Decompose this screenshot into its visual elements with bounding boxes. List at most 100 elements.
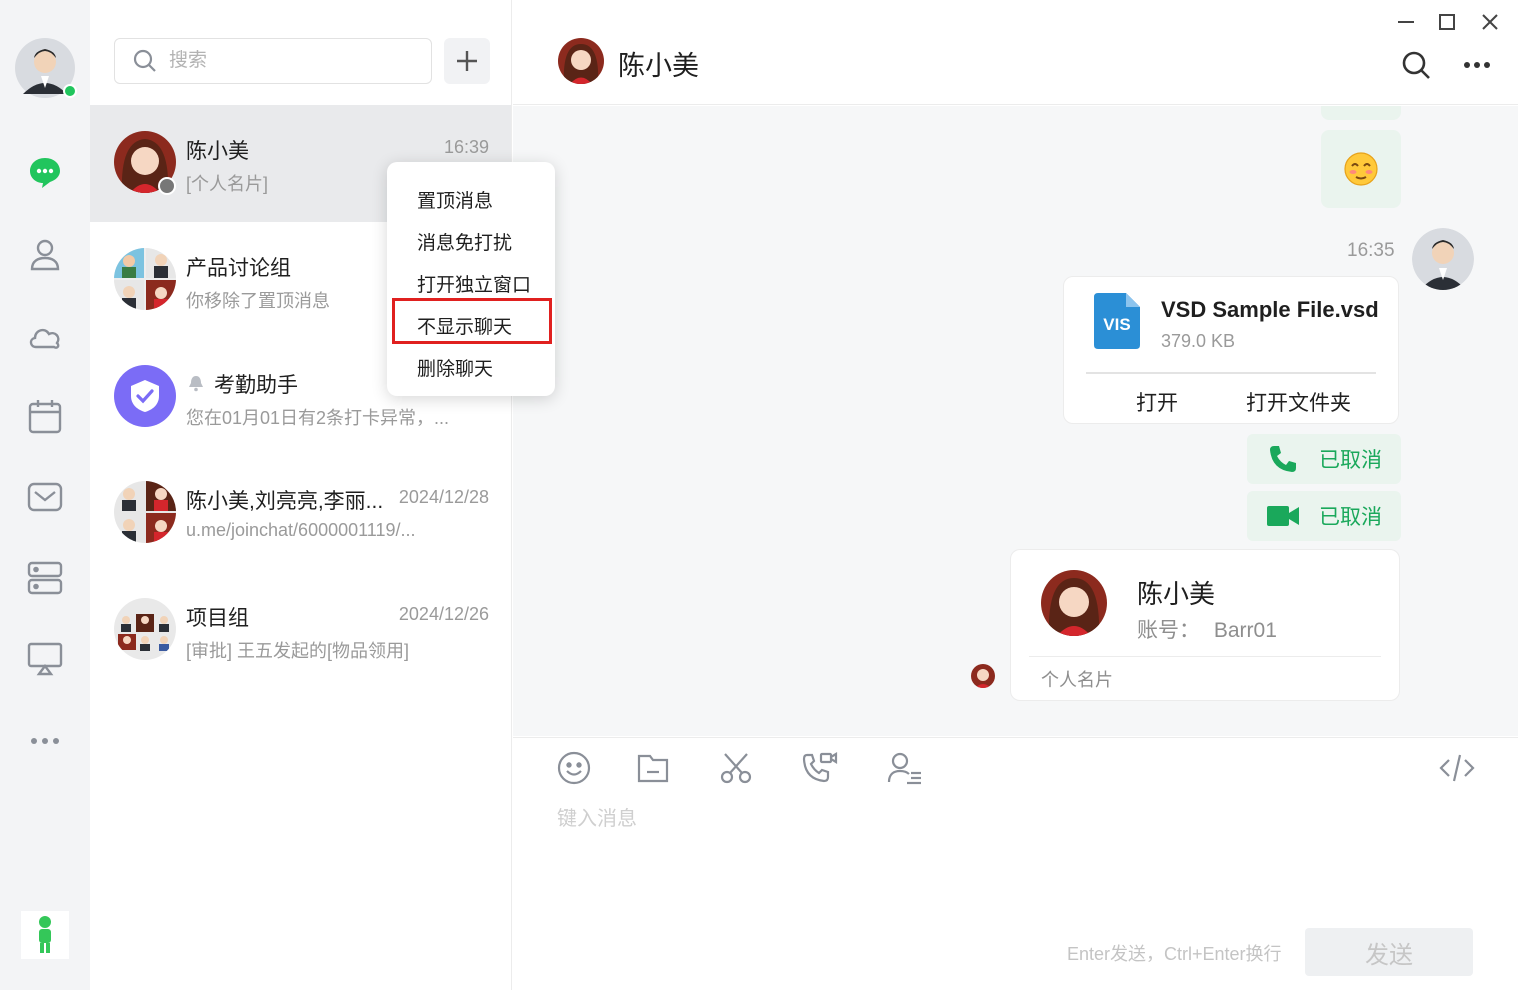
file-badge: VIS bbox=[1103, 315, 1131, 334]
screen-share-icon bbox=[27, 642, 63, 676]
calendar-icon bbox=[28, 400, 62, 434]
conversation-time: 16:39 bbox=[443, 137, 489, 157]
contact-card-message[interactable]: 陈小美 账号： Barr01 个人名片 bbox=[1010, 549, 1400, 701]
file-card-divider bbox=[1086, 372, 1376, 374]
robot-logo[interactable] bbox=[21, 911, 69, 959]
chat-icon bbox=[30, 158, 60, 188]
video-call-message[interactable]: 已取消 bbox=[1247, 491, 1401, 541]
search-box[interactable] bbox=[114, 38, 432, 84]
status-dot bbox=[158, 177, 176, 195]
contact-card-name: 陈小美 bbox=[1137, 579, 1216, 609]
maximize-button[interactable] bbox=[1430, 8, 1464, 36]
maximize-icon bbox=[1439, 14, 1455, 30]
search-input[interactable] bbox=[169, 50, 409, 72]
phone-icon bbox=[1270, 446, 1296, 472]
message-area: 16:35 VIS VSD Sample File.vsd 379.0 KB 打… bbox=[513, 106, 1518, 736]
menu-item-open-window[interactable]: 打开独立窗口 bbox=[417, 270, 531, 297]
open-folder-button[interactable]: 打开文件夹 bbox=[1246, 387, 1351, 417]
plus-icon bbox=[457, 51, 477, 71]
conversation-name: 陈小美 bbox=[186, 140, 249, 163]
code-button[interactable] bbox=[1437, 748, 1477, 788]
nav-calendar[interactable] bbox=[0, 390, 90, 442]
group-avatar bbox=[114, 481, 176, 543]
contact-card-account: 账号： Barr01 bbox=[1137, 614, 1277, 644]
file-size: 379.0 KB bbox=[1161, 331, 1236, 351]
chat-search-button[interactable] bbox=[1401, 50, 1433, 82]
search-icon bbox=[1402, 51, 1430, 79]
highlight-box bbox=[392, 298, 552, 344]
contact-card-avatar bbox=[1041, 570, 1107, 636]
conversation-preview: [审批] 王五发起的[物品领用] bbox=[186, 641, 410, 661]
left-rail bbox=[0, 0, 90, 990]
conversation-time: 2024/12/26 bbox=[398, 604, 489, 624]
send-button[interactable]: 发送 bbox=[1305, 928, 1473, 976]
voice-call-status: 已取消 bbox=[1319, 449, 1382, 472]
composer: Enter发送，Ctrl+Enter换行 发送 bbox=[513, 737, 1518, 990]
contact-card-footer: 个人名片 bbox=[1041, 670, 1113, 690]
conversation-item[interactable]: 陈小美,刘亮亮,李丽... 2024/12/28 u.me/joinchat/6… bbox=[90, 455, 511, 572]
emoji-button[interactable] bbox=[554, 748, 594, 788]
file-button[interactable] bbox=[633, 748, 673, 788]
conversation-name: 产品讨论组 bbox=[186, 257, 291, 280]
menu-item-pin[interactable]: 置顶消息 bbox=[417, 186, 493, 213]
search-icon bbox=[133, 49, 156, 72]
contact-card-divider bbox=[1029, 656, 1381, 657]
conversation-preview: 你移除了置顶消息 bbox=[186, 291, 330, 311]
video-camera-icon bbox=[1267, 506, 1299, 526]
context-menu: 置顶消息 消息免打扰 打开独立窗口 不显示聊天 删除聊天 bbox=[387, 162, 555, 396]
call-button[interactable] bbox=[800, 748, 840, 788]
code-icon bbox=[1439, 754, 1475, 782]
emoji-icon bbox=[1344, 152, 1378, 186]
message-time: 16:35 bbox=[1347, 240, 1395, 261]
file-message-card[interactable]: VIS VSD Sample File.vsd 379.0 KB 打开 打开文件… bbox=[1063, 276, 1399, 424]
account-value: Barr01 bbox=[1213, 619, 1277, 642]
video-call-status: 已取消 bbox=[1319, 506, 1382, 529]
send-hint: Enter发送，Ctrl+Enter换行 bbox=[1067, 944, 1282, 964]
conversation-preview: u.me/joinchat/6000001119/... bbox=[186, 520, 416, 540]
more-icon bbox=[31, 738, 59, 744]
cloud-icon bbox=[29, 328, 60, 349]
nav-contacts[interactable] bbox=[0, 228, 90, 280]
add-button[interactable] bbox=[444, 38, 490, 84]
nav-screen-share[interactable] bbox=[0, 633, 90, 685]
shield-check-icon bbox=[131, 380, 159, 412]
nav-server[interactable] bbox=[0, 552, 90, 604]
nav-mail[interactable] bbox=[0, 471, 90, 523]
online-status-dot bbox=[63, 84, 77, 98]
my-avatar[interactable] bbox=[15, 38, 77, 98]
smile-icon bbox=[557, 751, 591, 785]
user-card-icon bbox=[887, 752, 921, 785]
chat-more-button[interactable] bbox=[1463, 56, 1493, 72]
voice-call-message[interactable]: 已取消 bbox=[1247, 434, 1401, 484]
close-button[interactable] bbox=[1473, 8, 1507, 36]
group-avatar bbox=[114, 598, 176, 660]
small-avatar bbox=[971, 664, 995, 688]
menu-item-mute[interactable]: 消息免打扰 bbox=[417, 228, 512, 255]
minimize-icon bbox=[1398, 21, 1414, 23]
nav-cloud[interactable] bbox=[0, 310, 90, 362]
chat-avatar[interactable] bbox=[558, 38, 604, 84]
server-icon bbox=[27, 561, 63, 595]
folder-icon bbox=[637, 754, 669, 783]
conversation-name: 陈小美,刘亮亮,李丽... bbox=[186, 490, 384, 513]
phone-video-icon bbox=[802, 752, 838, 783]
contacts-icon bbox=[30, 239, 60, 271]
nav-more[interactable] bbox=[0, 715, 90, 767]
conversation-preview: 您在01月01日有2条打卡异常，... bbox=[186, 408, 450, 428]
file-name: VSD Sample File.vsd bbox=[1161, 297, 1379, 322]
minimize-button[interactable] bbox=[1389, 8, 1423, 36]
open-file-button[interactable]: 打开 bbox=[1136, 387, 1178, 417]
conversation-name: 项目组 bbox=[186, 607, 249, 630]
menu-item-delete-chat[interactable]: 删除聊天 bbox=[417, 354, 493, 381]
nav-chat[interactable] bbox=[0, 146, 90, 198]
message-input[interactable] bbox=[557, 802, 1457, 912]
screenshot-button[interactable] bbox=[716, 748, 756, 788]
scissors-icon bbox=[720, 753, 752, 784]
sender-avatar[interactable] bbox=[1412, 228, 1474, 290]
emoji-message[interactable] bbox=[1321, 130, 1401, 208]
conversation-item[interactable]: 项目组 2024/12/26 [审批] 王五发起的[物品领用] bbox=[90, 572, 511, 689]
attendance-avatar bbox=[114, 365, 176, 427]
share-contact-button[interactable] bbox=[885, 748, 925, 788]
close-icon bbox=[1482, 14, 1498, 30]
mail-icon bbox=[27, 482, 63, 512]
